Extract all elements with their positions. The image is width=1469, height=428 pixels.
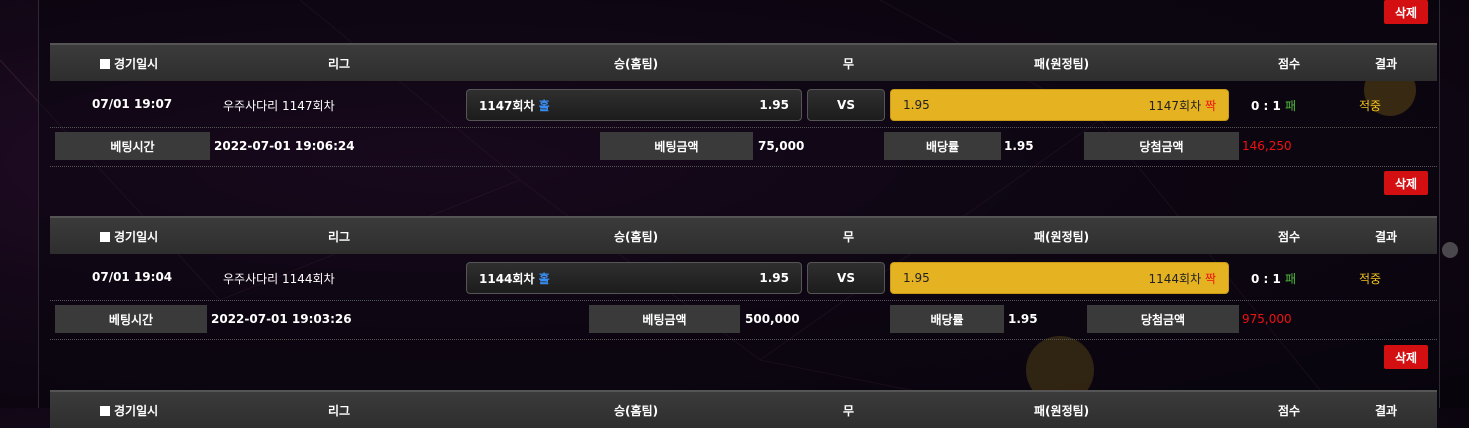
away-header: 패(원정팀) (1034, 404, 1090, 418)
odds-label: 배당률 (890, 305, 1004, 333)
away-odds-value: 1.95 (903, 271, 930, 285)
odds-value: 1.95 (1004, 139, 1034, 153)
bet-amount-value: 500,000 (745, 312, 800, 326)
home-odds-button[interactable]: 1144회차 홀 1.95 (466, 262, 802, 294)
bet-time-value: 2022-07-01 19:03:26 (211, 312, 352, 326)
result-header: 결과 (1375, 404, 1398, 418)
away-odds-button-selected[interactable]: 1.95 1147회차 짝 (890, 89, 1229, 121)
odds-value: 1.95 (1008, 312, 1038, 326)
match-date: 07/01 19:07 (92, 97, 173, 111)
away-team: 1147회차 짝 (1148, 98, 1217, 113)
score-header: 점수 (1278, 404, 1301, 418)
bet-detail-row: 베팅시간 2022-07-01 19:03:26 베팅금액 500,000 배당… (50, 300, 1437, 340)
result-status: 적중 (1359, 272, 1382, 286)
result-header: 결과 (1375, 57, 1398, 71)
bet-card: 경기일시 리그 승(홈팀) 무 패(원정팀) 점수 결과 07/01 19:07… (50, 43, 1437, 167)
bet-row: 07/01 19:07 우주사다리 1147회차 1147회차 홀 1.95 V… (50, 81, 1437, 127)
delete-button[interactable]: 삭제 (1384, 171, 1428, 195)
home-team: 1144회차 홀 (479, 271, 550, 286)
home-header: 승(홈팀) (614, 404, 659, 418)
bet-time-label: 베팅시간 (55, 132, 210, 160)
win-amount-label: 당첨금액 (1084, 132, 1239, 160)
result-status: 적중 (1359, 99, 1382, 113)
away-odds-button-selected[interactable]: 1.95 1144회차 짝 (890, 262, 1229, 294)
match-score: 0 : 1 패 (1251, 99, 1297, 113)
draw-header: 무 (843, 230, 855, 244)
win-amount-value: 975,000 (1242, 312, 1292, 326)
home-odds-button[interactable]: 1147회차 홀 1.95 (466, 89, 802, 121)
delete-button[interactable]: 삭제 (1384, 0, 1428, 24)
delete-button[interactable]: 삭제 (1384, 345, 1428, 369)
home-header: 승(홈팀) (614, 57, 659, 71)
league-header: 리그 (328, 57, 351, 71)
home-odds-value: 1.95 (759, 271, 789, 285)
away-team: 1144회차 짝 (1148, 271, 1217, 286)
bet-detail-row: 베팅시간 2022-07-01 19:06:24 베팅금액 75,000 배당률… (50, 127, 1437, 167)
bet-card: 경기일시 리그 승(홈팀) 무 패(원정팀) 점수 결과 07/01 19:04… (50, 216, 1437, 340)
date-header: 경기일시 (100, 55, 158, 72)
bet-row: 07/01 19:04 우주사다리 1144회차 1144회차 홀 1.95 V… (50, 254, 1437, 300)
bet-time-value: 2022-07-01 19:06:24 (214, 139, 355, 153)
select-checkbox[interactable] (100, 232, 110, 242)
odds-label: 배당률 (884, 132, 1001, 160)
draw-header: 무 (843, 404, 855, 418)
score-header: 점수 (1278, 230, 1301, 244)
table-header: 경기일시 리그 승(홈팀) 무 패(원정팀) 점수 결과 (50, 390, 1437, 428)
match-date: 07/01 19:04 (92, 270, 173, 284)
home-odds-value: 1.95 (759, 98, 789, 112)
select-checkbox[interactable] (100, 59, 110, 69)
away-header: 패(원정팀) (1034, 57, 1090, 71)
draw-vs-button[interactable]: VS (807, 89, 885, 121)
date-header: 경기일시 (100, 402, 158, 419)
home-header: 승(홈팀) (614, 230, 659, 244)
match-score: 0 : 1 패 (1251, 272, 1297, 286)
draw-header: 무 (843, 57, 855, 71)
table-header: 경기일시 리그 승(홈팀) 무 패(원정팀) 점수 결과 (50, 216, 1437, 254)
draw-vs-button[interactable]: VS (807, 262, 885, 294)
table-header: 경기일시 리그 승(홈팀) 무 패(원정팀) 점수 결과 (50, 43, 1437, 81)
away-header: 패(원정팀) (1034, 230, 1090, 244)
league-header: 리그 (328, 404, 351, 418)
win-amount-value: 146,250 (1242, 139, 1292, 153)
bet-amount-label: 베팅금액 (589, 305, 740, 333)
score-header: 점수 (1278, 57, 1301, 71)
league-name: 우주사다리 1144회차 (223, 272, 335, 286)
league-name: 우주사다리 1147회차 (223, 99, 335, 113)
home-team: 1147회차 홀 (479, 98, 550, 113)
league-header: 리그 (328, 230, 351, 244)
date-header: 경기일시 (100, 228, 158, 245)
bet-time-label: 베팅시간 (55, 305, 207, 333)
bet-amount-label: 베팅금액 (600, 132, 753, 160)
bet-card: 경기일시 리그 승(홈팀) 무 패(원정팀) 점수 결과 (50, 390, 1437, 428)
win-amount-label: 당첨금액 (1087, 305, 1239, 333)
result-header: 결과 (1375, 230, 1398, 244)
bet-amount-value: 75,000 (758, 139, 805, 153)
away-odds-value: 1.95 (903, 98, 930, 112)
